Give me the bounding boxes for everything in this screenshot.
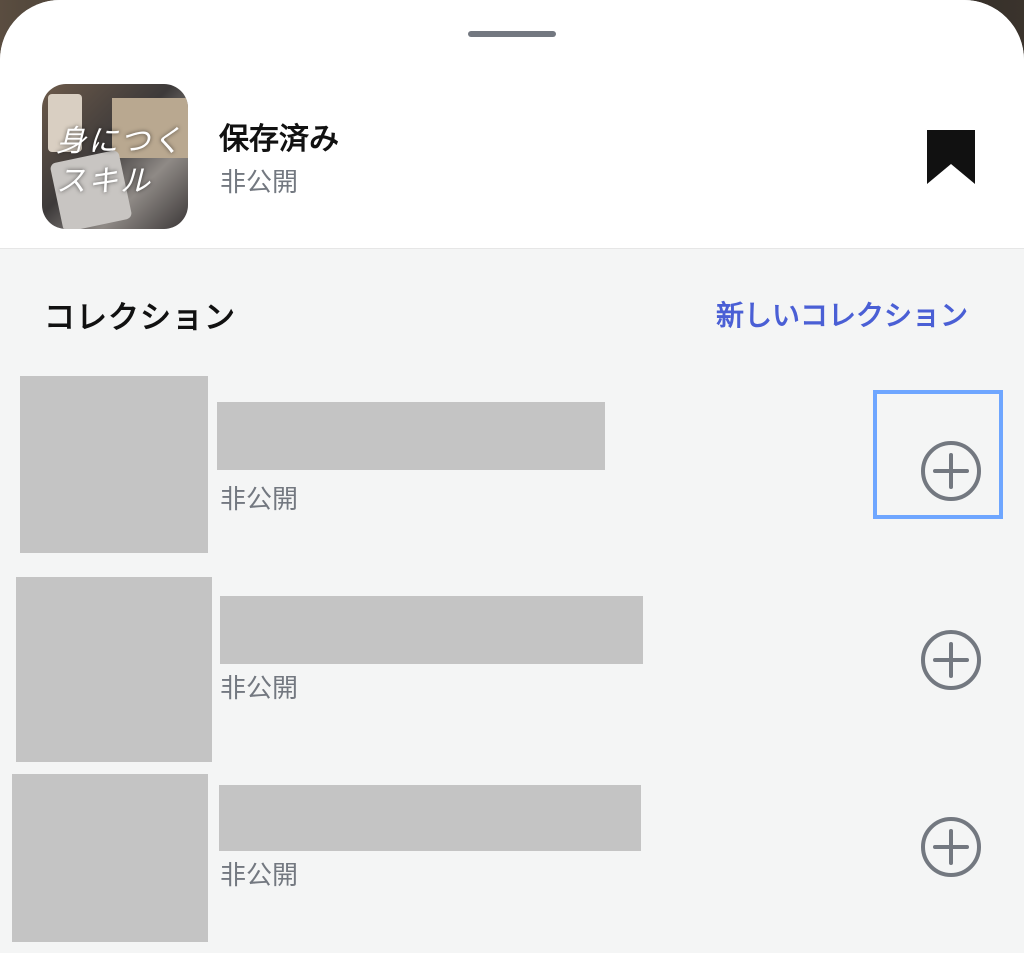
add-to-collection-button[interactable] <box>905 801 997 893</box>
saved-privacy: 非公開 <box>220 168 299 198</box>
collection-row[interactable]: 非公開 <box>0 576 1024 764</box>
collection-name-redacted <box>219 785 641 851</box>
collection-privacy: 非公開 <box>220 485 299 515</box>
collections-heading: コレクション <box>44 300 236 336</box>
sheet-grabber[interactable] <box>468 31 556 37</box>
bookmark-filled-icon <box>927 130 975 184</box>
collection-name-redacted <box>220 596 643 664</box>
collection-name-redacted <box>217 402 605 470</box>
saved-post-thumbnail: 身につく スキル <box>42 84 188 229</box>
collection-thumbnail <box>12 774 208 942</box>
new-collection-link[interactable]: 新しいコレクション <box>716 294 968 334</box>
collection-row[interactable]: 非公開 <box>0 375 1024 555</box>
collection-thumbnail <box>16 577 212 762</box>
bookmark-button[interactable] <box>912 120 990 198</box>
focus-highlight <box>873 390 1003 519</box>
add-to-collection-button[interactable] <box>905 614 997 706</box>
saved-title: 保存済み <box>219 122 339 157</box>
plus-circle-icon <box>921 630 981 690</box>
collection-privacy: 非公開 <box>220 861 299 891</box>
plus-circle-icon <box>921 817 981 877</box>
collection-thumbnail <box>20 376 208 553</box>
saved-header[interactable]: 身につく スキル 保存済み 非公開 <box>0 0 1024 249</box>
collection-row[interactable]: 非公開 <box>0 773 1024 948</box>
bottom-sheet: 身につく スキル 保存済み 非公開 コレクション 新しいコレクション 非公開 非… <box>0 0 1024 953</box>
thumbnail-cover-text: 身につく スキル <box>56 124 184 199</box>
collection-privacy: 非公開 <box>220 674 299 704</box>
